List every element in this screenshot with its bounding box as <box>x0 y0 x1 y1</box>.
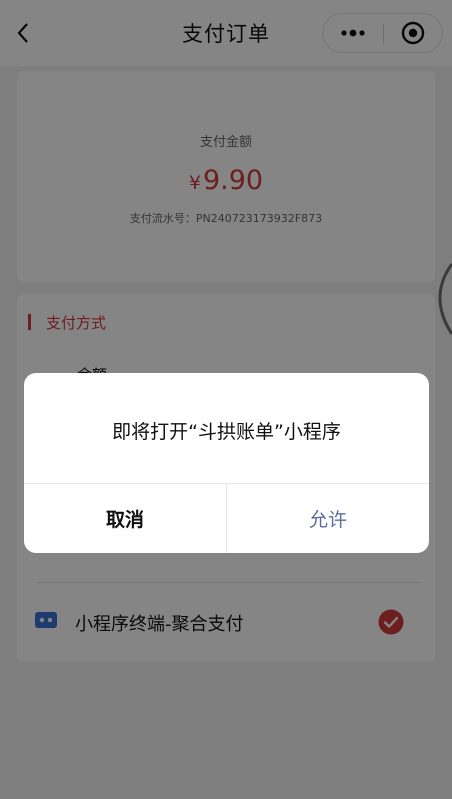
cancel-button[interactable]: 取消 <box>24 484 226 553</box>
edge-bracket-shape <box>438 263 452 335</box>
dialog-message: 即将打开“斗拱账单”小程序 <box>112 421 341 443</box>
open-mini-program-dialog: 即将打开“斗拱账单”小程序 取消 允许 <box>24 373 429 553</box>
allow-button[interactable]: 允许 <box>227 484 429 553</box>
